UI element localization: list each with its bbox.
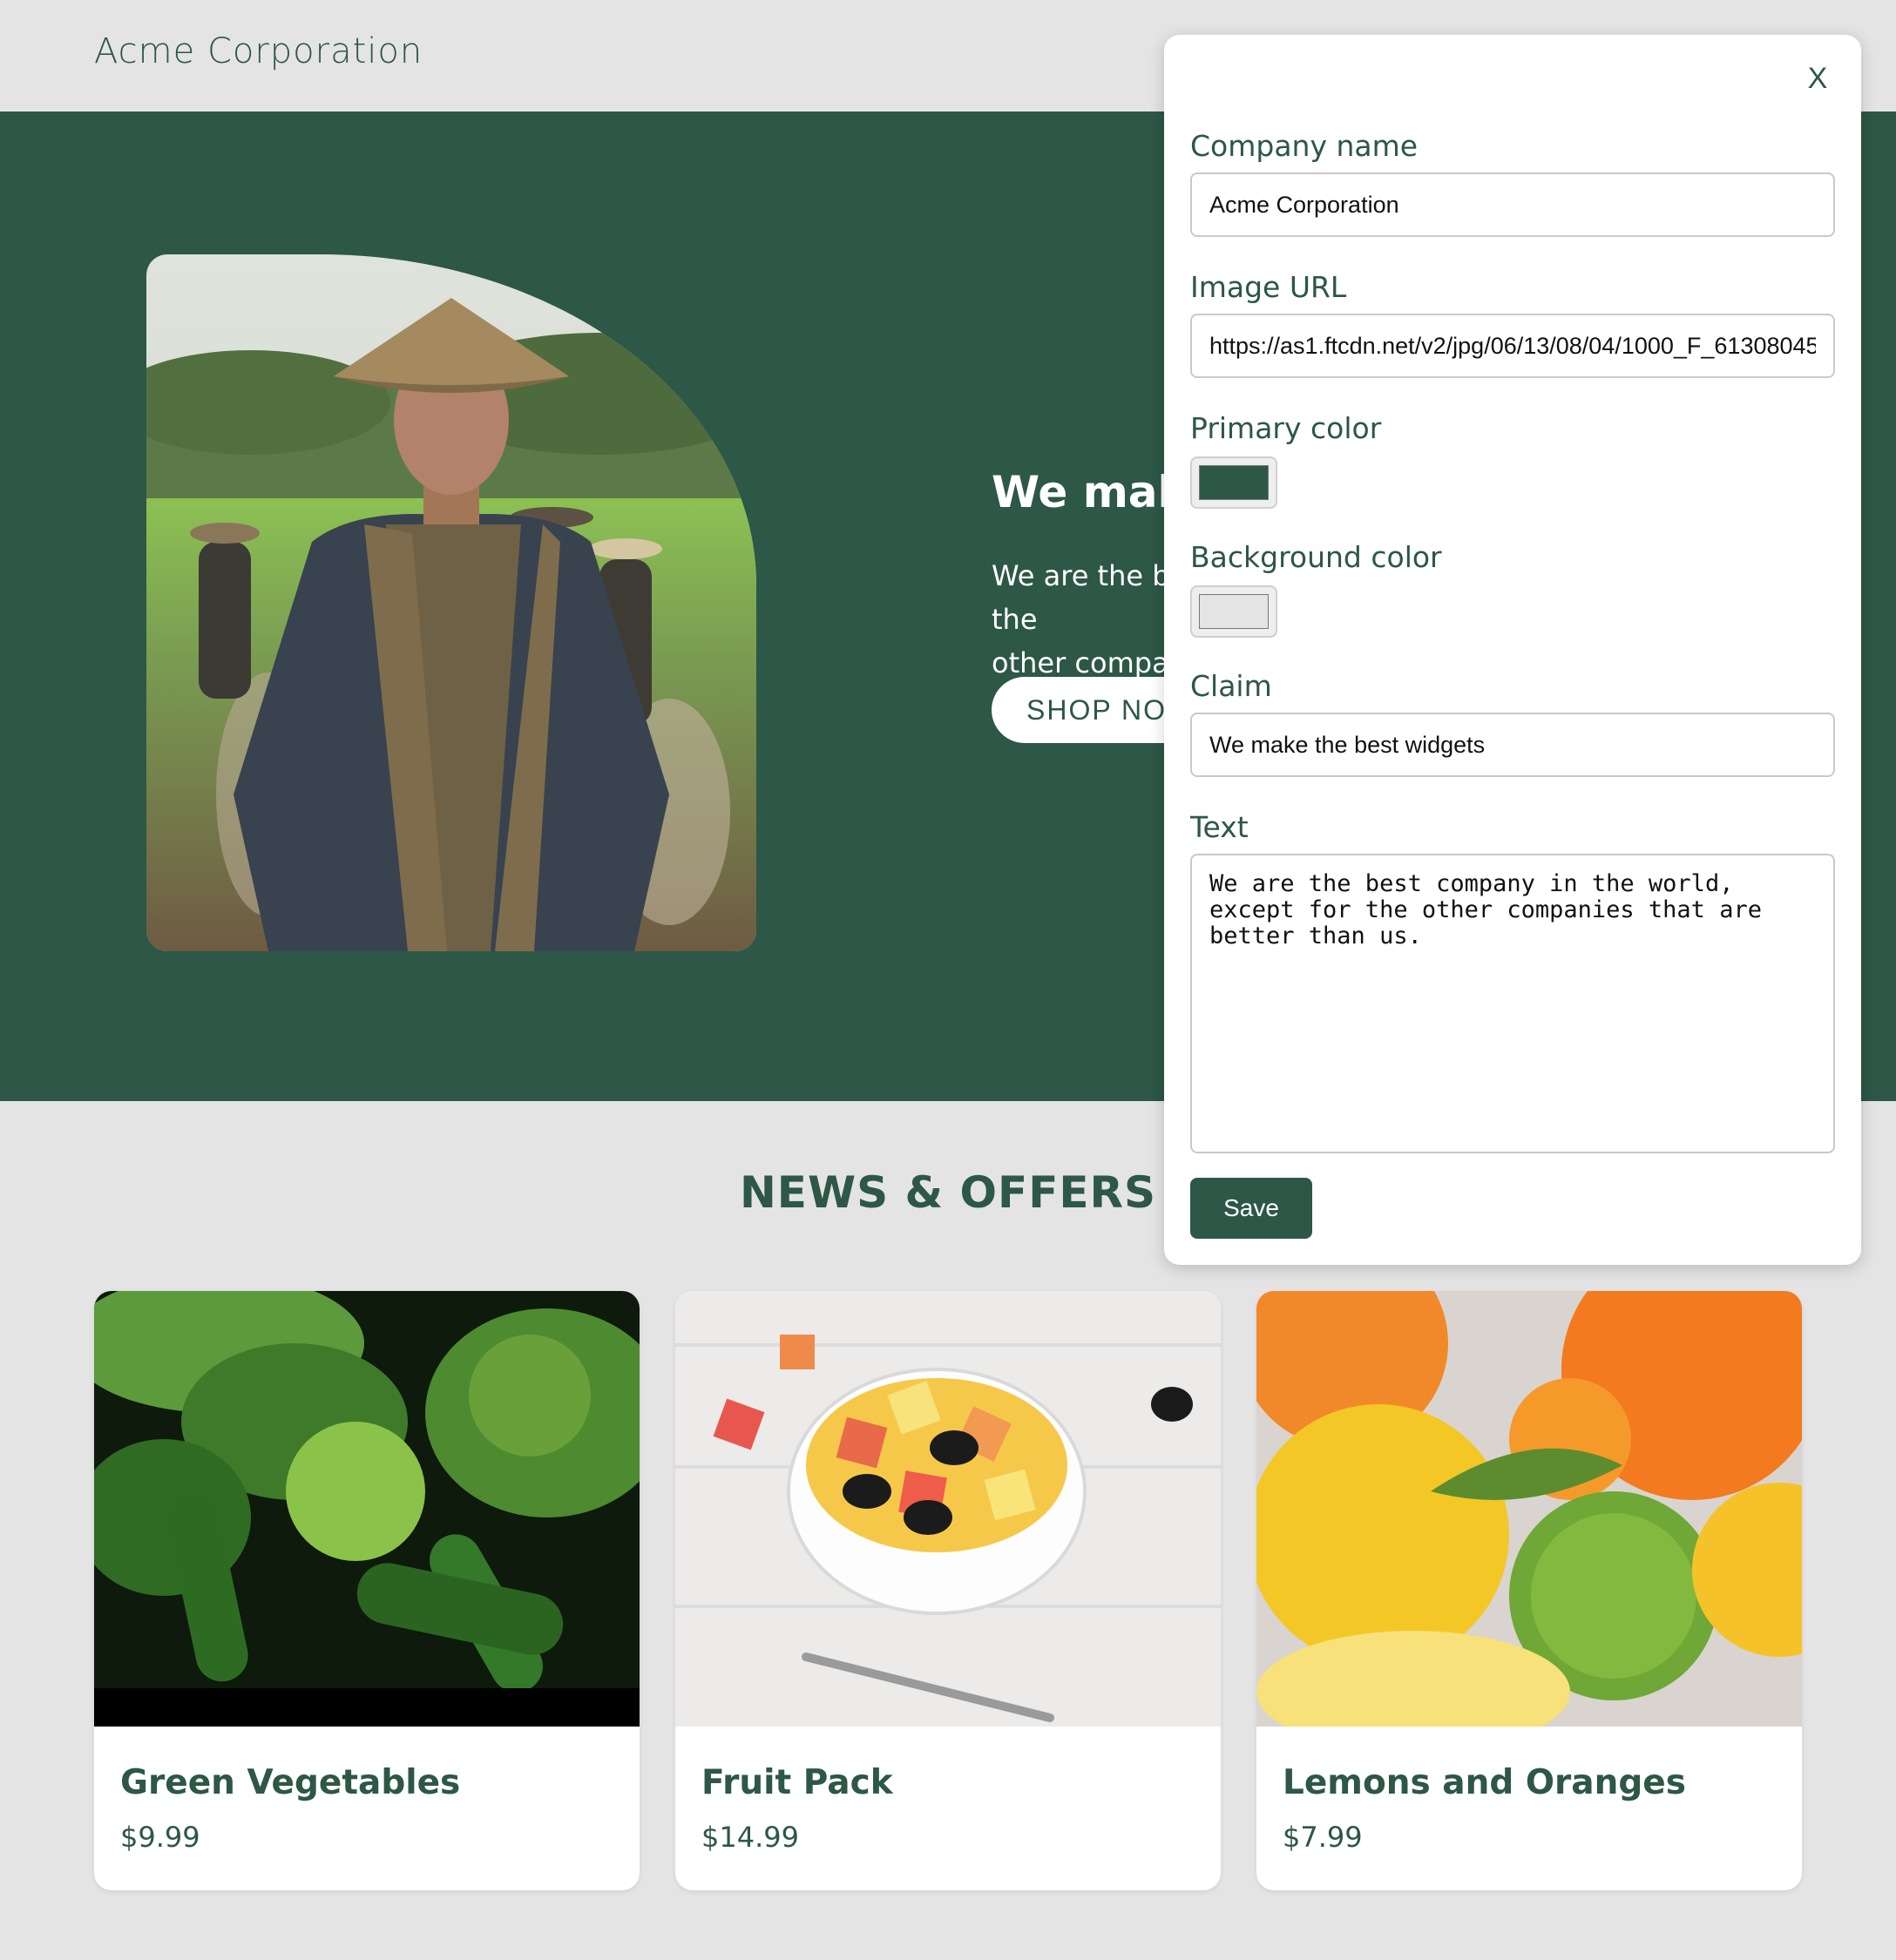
text-label: Text [1190,810,1249,844]
product-name: Green Vegetables [120,1763,461,1802]
background-color-picker[interactable] [1190,585,1277,638]
claim-input[interactable] [1190,713,1835,777]
product-image [1256,1291,1802,1753]
claim-label: Claim [1190,669,1272,703]
text-textarea[interactable]: We are the best company in the world, ex… [1190,854,1835,1153]
settings-panel: X Company name Image URL Primary color B… [1164,35,1861,1265]
product-card[interactable]: Green Vegetables $9.99 [94,1291,640,1890]
save-button[interactable]: Save [1190,1178,1312,1239]
primary-color-label: Primary color [1190,411,1382,445]
primary-color-picker[interactable] [1190,456,1277,509]
brand-name[interactable]: Acme Corporation [94,31,423,71]
background-color-label: Background color [1190,540,1442,574]
product-image [675,1291,1221,1727]
background-color-swatch [1199,594,1269,629]
product-price: $14.99 [701,1821,799,1854]
close-icon[interactable]: X [1797,57,1838,99]
image-url-label: Image URL [1190,270,1347,304]
company-name-label: Company name [1190,129,1419,163]
primary-color-swatch [1199,465,1269,500]
product-card[interactable]: Lemons and Oranges $7.99 [1256,1291,1802,1890]
product-card[interactable]: Fruit Pack $14.99 [675,1291,1221,1890]
product-price: $7.99 [1283,1821,1363,1854]
product-name: Lemons and Oranges [1283,1763,1686,1802]
hero-image [146,254,756,951]
product-image [94,1291,640,1727]
product-price: $9.99 [120,1821,200,1854]
company-name-input[interactable] [1190,172,1835,237]
image-url-input[interactable] [1190,314,1835,378]
product-name: Fruit Pack [701,1763,893,1802]
